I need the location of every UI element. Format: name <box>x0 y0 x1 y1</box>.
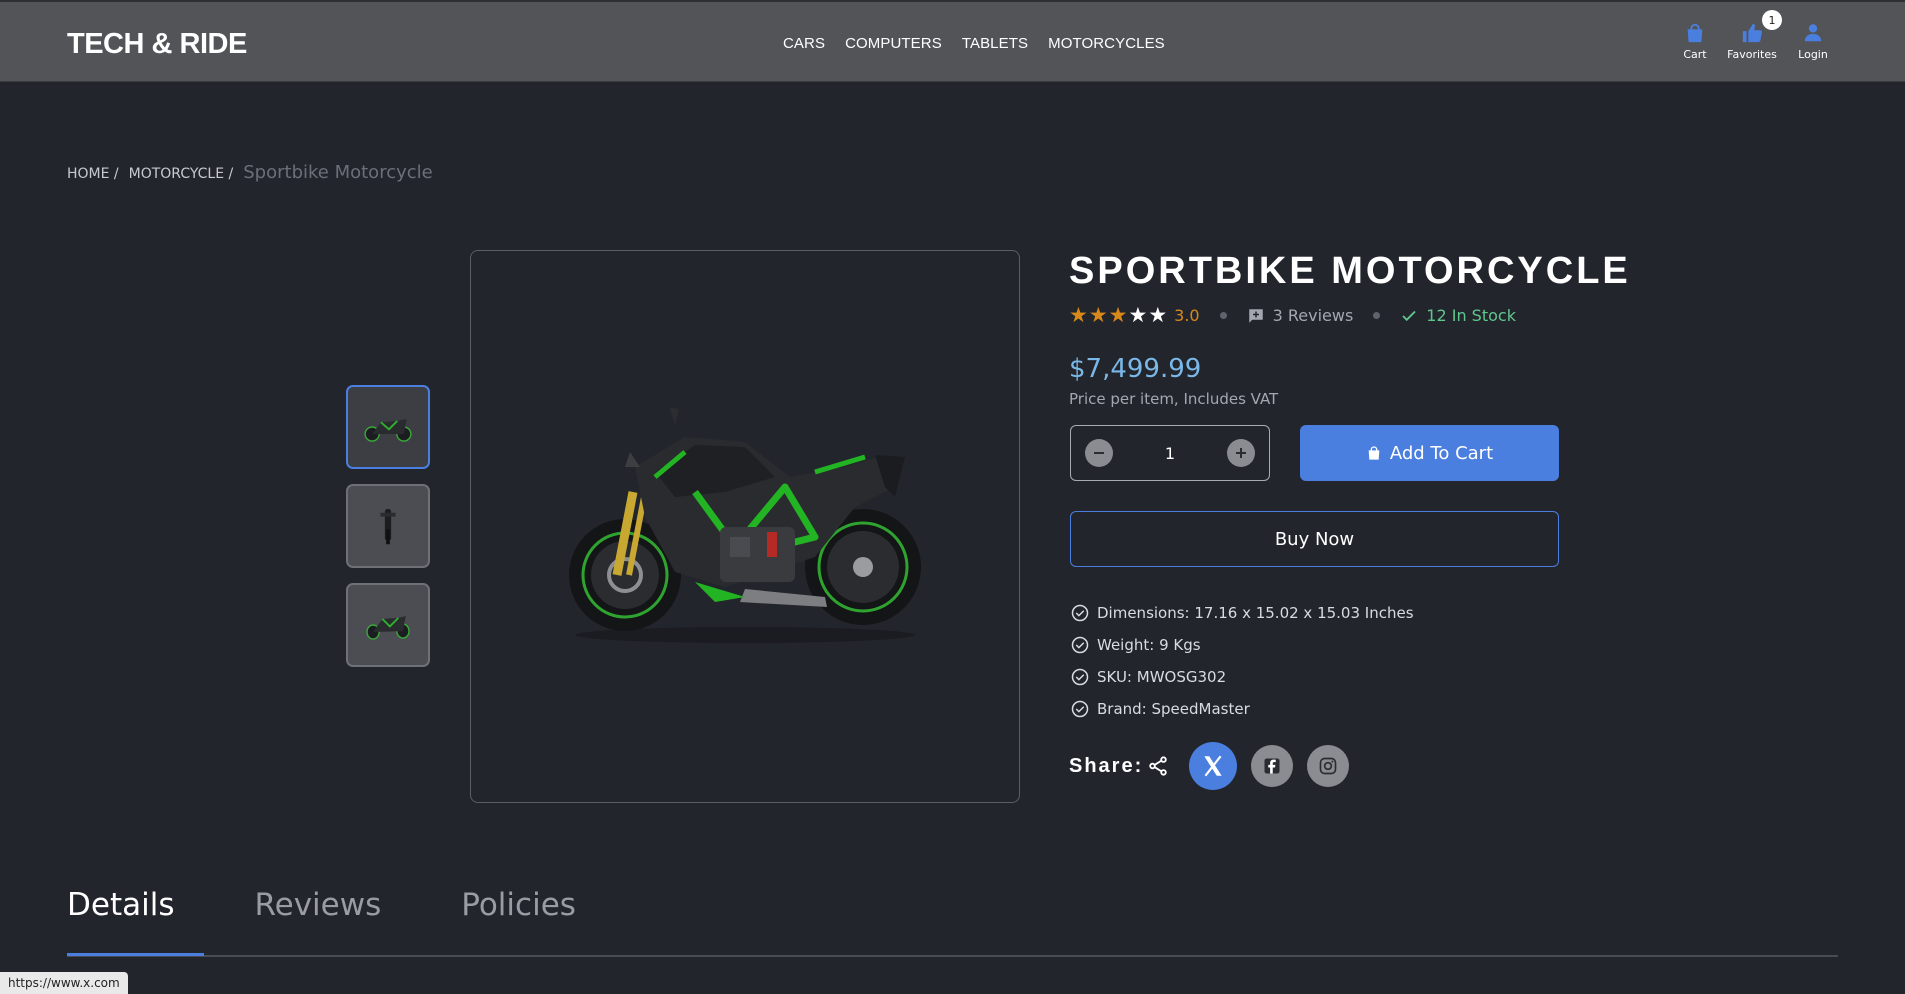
tabs-divider <box>67 955 1838 957</box>
star-icon: ★ <box>1108 303 1128 327</box>
check-circle-icon <box>1071 700 1089 718</box>
favorites-button[interactable]: 1 Favorites <box>1722 10 1782 61</box>
motorcycle-thumbnail-image <box>364 419 412 442</box>
cart-button[interactable]: Cart <box>1665 22 1725 61</box>
spec-item: SKU: MWOSG302 <box>1071 661 1414 693</box>
stock-text: 12 In Stock <box>1426 306 1516 325</box>
top-navigation-bar: TECH & RIDE CARS COMPUTERS TABLETS MOTOR… <box>0 0 1905 82</box>
separator-dot <box>1373 312 1381 319</box>
instagram-icon <box>1319 757 1337 775</box>
comment-plus-icon <box>1248 308 1263 323</box>
stock-status: 12 In Stock <box>1400 306 1516 325</box>
status-bar-url: https://www.x.com <box>0 972 128 994</box>
login-button[interactable]: Login <box>1783 22 1843 61</box>
decrease-quantity-button[interactable] <box>1085 439 1113 467</box>
thumbnail-angle-view[interactable] <box>346 583 430 667</box>
plus-icon <box>1236 448 1246 458</box>
tab-policies[interactable]: Policies <box>461 887 576 941</box>
x-icon <box>1204 755 1222 777</box>
share-label: Share: <box>1069 754 1144 777</box>
share-row: Share: <box>1069 742 1350 790</box>
tab-details[interactable]: Details <box>67 887 174 941</box>
facebook-icon <box>1264 758 1280 774</box>
minus-icon <box>1094 452 1104 454</box>
share-facebook-button[interactable] <box>1251 745 1294 787</box>
product-specs: Dimensions: 17.16 x 15.02 x 15.03 Inches… <box>1071 597 1414 725</box>
spec-text: SKU: MWOSG302 <box>1097 668 1227 686</box>
share-instagram-button[interactable] <box>1307 745 1350 787</box>
product-tabs: Details Reviews Policies <box>67 887 656 941</box>
site-logo[interactable]: TECH & RIDE <box>67 28 247 61</box>
shopping-bag-icon <box>1368 446 1380 460</box>
cart-icon <box>1687 23 1703 43</box>
product-meta-row: ★ ★ ★ ★ ★ 3.0 3 Reviews 12 In Stock <box>1069 305 1516 326</box>
nav-link-computers[interactable]: COMPUTERS <box>845 35 942 52</box>
breadcrumb: HOME / MOTORCYCLE / Sportbike Motorcycle <box>67 162 433 183</box>
share-icon <box>1149 756 1167 776</box>
increase-quantity-button[interactable] <box>1227 439 1255 467</box>
thumbnail-front-view[interactable] <box>346 484 430 568</box>
reviews-count: 3 Reviews <box>1272 306 1354 325</box>
add-to-cart-button[interactable]: Add To Cart <box>1300 425 1559 481</box>
user-icon <box>1804 24 1822 42</box>
thumbnail-side-view[interactable] <box>346 385 430 469</box>
thumbs-up-icon <box>1742 23 1762 43</box>
spec-text: Weight: 9 Kgs <box>1097 636 1201 654</box>
login-label: Login <box>1798 48 1828 61</box>
nav-link-cars[interactable]: CARS <box>783 35 825 52</box>
motorcycle-image <box>569 406 921 643</box>
breadcrumb-category[interactable]: MOTORCYCLE / <box>129 166 234 182</box>
spec-item: Brand: SpeedMaster <box>1071 693 1414 725</box>
motorcycle-thumbnail-image <box>366 616 410 640</box>
separator-dot <box>1219 312 1227 319</box>
favorites-count-badge: 1 <box>1762 10 1782 30</box>
breadcrumb-home[interactable]: HOME / <box>67 166 119 182</box>
product-price: $7,499.99 <box>1069 354 1202 384</box>
check-circle-icon <box>1071 604 1089 622</box>
rating-value: 3.0 <box>1174 306 1200 325</box>
motorcycle-thumbnail-image <box>380 509 396 545</box>
nav-link-motorcycles[interactable]: MOTORCYCLES <box>1048 35 1165 52</box>
buy-now-button[interactable]: Buy Now <box>1070 511 1559 567</box>
reviews-link[interactable]: 3 Reviews <box>1247 306 1354 325</box>
tab-reviews[interactable]: Reviews <box>254 887 381 941</box>
add-to-cart-label: Add To Cart <box>1389 442 1494 464</box>
spec-item: Dimensions: 17.16 x 15.02 x 15.03 Inches <box>1071 597 1414 629</box>
check-circle-icon <box>1071 636 1089 654</box>
quantity-value[interactable]: 1 <box>1165 444 1175 463</box>
spec-text: Brand: SpeedMaster <box>1097 700 1250 718</box>
star-icon: ★ <box>1128 303 1148 327</box>
product-title: SPORTBIKE MOTORCYCLE <box>1069 250 1631 292</box>
main-nav: CARS COMPUTERS TABLETS MOTORCYCLES <box>783 35 1165 52</box>
breadcrumb-current: Sportbike Motorcycle <box>243 162 433 183</box>
active-tab-indicator <box>67 953 204 956</box>
spec-item: Weight: 9 Kgs <box>1071 629 1414 661</box>
favorites-label: Favorites <box>1727 48 1777 61</box>
main-product-image[interactable] <box>470 250 1020 803</box>
check-icon <box>1402 310 1416 321</box>
star-icon: ★ <box>1088 303 1108 327</box>
star-icon: ★ <box>1148 303 1168 327</box>
star-icon: ★ <box>1069 303 1088 327</box>
nav-link-tablets[interactable]: TABLETS <box>962 35 1028 52</box>
price-note: Price per item, Includes VAT <box>1069 390 1279 408</box>
quantity-stepper: 1 <box>1070 425 1270 481</box>
cart-label: Cart <box>1683 48 1707 61</box>
spec-text: Dimensions: 17.16 x 15.02 x 15.03 Inches <box>1097 604 1414 622</box>
share-x-button[interactable] <box>1189 742 1238 790</box>
check-circle-icon <box>1071 668 1089 686</box>
